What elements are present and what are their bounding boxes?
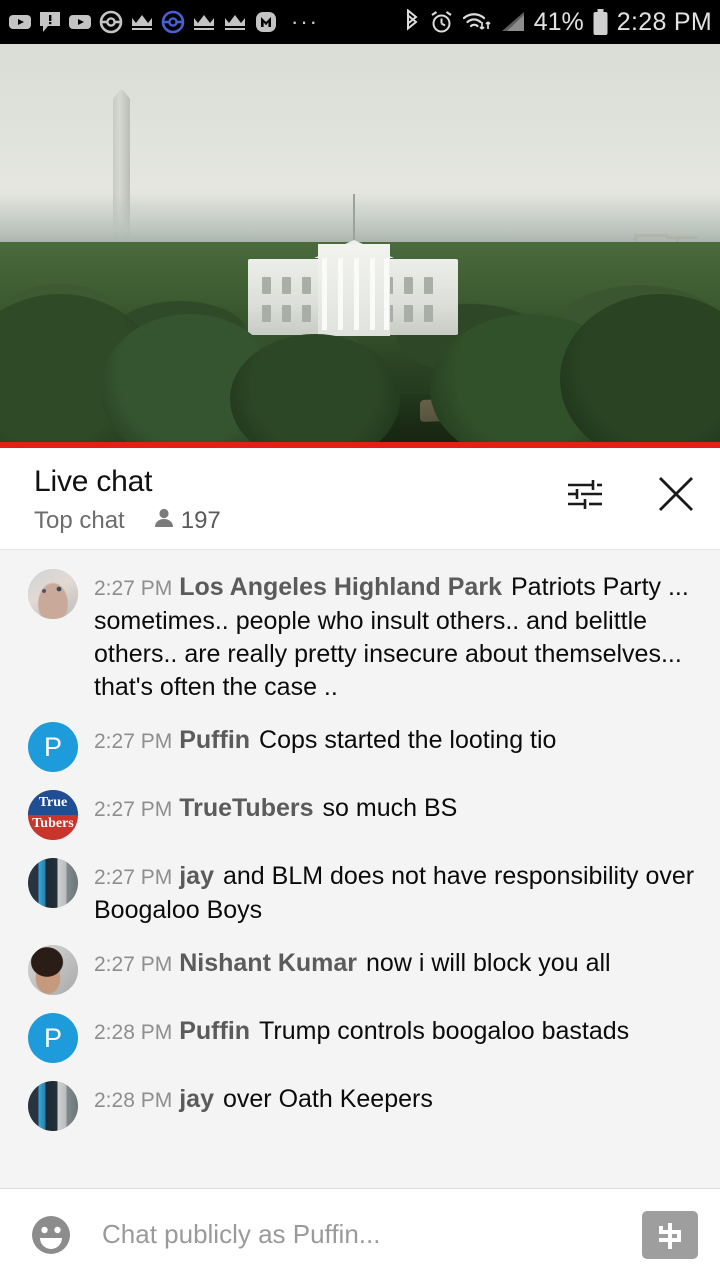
chat-message-body: 2:27 PM Puffin Cops started the looting ti… — [94, 722, 698, 758]
message-timestamp: 2:28 PM — [94, 1089, 173, 1112]
message-author[interactable]: Los Angeles Highland Park — [179, 573, 502, 601]
chat-message-row[interactable]: 2:27 PM Nishant Kumar now i will block you… — [0, 936, 720, 1004]
battery-percent-label: 41% — [533, 7, 584, 36]
chat-input-bar — [0, 1188, 720, 1280]
chat-message-row[interactable]: 2:27 PM jay and BLM does not have responsi… — [0, 849, 720, 936]
youtube-icon-2 — [68, 10, 92, 34]
pokeball-icon — [99, 10, 123, 34]
viewer-count-group: 197 — [153, 506, 221, 535]
message-timestamp: 2:28 PM — [94, 1021, 173, 1044]
chat-input[interactable] — [76, 1219, 642, 1250]
message-timestamp: 2:27 PM — [94, 730, 173, 753]
avatar-text-top: True — [38, 795, 68, 810]
avatar[interactable] — [28, 569, 78, 619]
person-icon — [153, 506, 175, 535]
avatar[interactable] — [28, 945, 78, 995]
message-author[interactable]: Puffin — [179, 726, 250, 754]
youtube-live-chat-screen: ··· 41% 2:28 PM Live chat Top chat 197 2… — [0, 0, 720, 1280]
live-chat-message-list[interactable]: 2:27 PM Los Angeles Highland Park Patriots… — [0, 550, 720, 1188]
message-author[interactable]: jay — [179, 862, 214, 890]
avatar[interactable]: P — [28, 722, 78, 772]
chat-message-row[interactable]: P 2:28 PM Puffin Trump controls boogaloo b… — [0, 1004, 720, 1072]
message-text: Trump controls boogaloo bastads — [259, 1017, 630, 1045]
portico-column — [370, 258, 375, 330]
message-text: over Oath Keepers — [222, 1085, 433, 1113]
avatar-image-jay — [28, 1081, 78, 1131]
chat-message-body: 2:27 PM TrueTubers so much BS — [94, 790, 698, 826]
clock-label: 2:28 PM — [616, 7, 712, 36]
message-timestamp: 2:27 PM — [94, 577, 173, 600]
cellular-signal-icon — [500, 10, 526, 34]
message-timestamp: 2:27 PM — [94, 866, 173, 889]
chat-message-row[interactable]: P 2:27 PM Puffin Cops started the looting … — [0, 713, 720, 781]
avatar[interactable] — [28, 858, 78, 908]
youtube-icon — [8, 10, 32, 34]
portico-column — [354, 258, 359, 330]
status-bar-notification-icons: ··· — [8, 10, 325, 34]
chat-message-body: 2:27 PM Los Angeles Highland Park Patriots… — [94, 569, 698, 704]
status-bar: ··· 41% 2:28 PM — [0, 0, 720, 44]
close-icon[interactable] — [652, 470, 700, 518]
pokeball-blue-icon — [161, 10, 185, 34]
status-bar-system-icons: 41% 2:28 PM — [403, 8, 712, 37]
avatar-image-nishant — [28, 945, 78, 995]
message-alert-icon — [39, 10, 61, 34]
avatar-image-jay — [28, 858, 78, 908]
portico-column — [322, 258, 327, 330]
bluetooth-icon — [403, 9, 421, 35]
chat-message-body: 2:27 PM jay and BLM does not have responsi… — [94, 858, 698, 927]
alarm-icon — [429, 10, 454, 35]
avatar-text-bottom: Tubers — [32, 816, 74, 831]
chat-settings-icon[interactable] — [560, 470, 608, 518]
avatar-letter: P — [43, 1022, 62, 1053]
chat-message-row[interactable]: True Tubers 2:27 PM TrueTubers so much BS — [0, 781, 720, 849]
portico-column — [338, 258, 343, 330]
chat-message-body: 2:28 PM jay over Oath Keepers — [94, 1081, 698, 1117]
avatar[interactable]: P — [28, 1013, 78, 1063]
chat-message-body: 2:28 PM Puffin Trump controls boogaloo bas… — [94, 1013, 698, 1049]
message-timestamp: 2:27 PM — [94, 798, 173, 821]
avatar-image-truetubers: True Tubers — [28, 790, 78, 840]
chat-message-row[interactable]: 2:28 PM jay over Oath Keepers — [0, 1072, 720, 1140]
message-author[interactable]: Puffin — [179, 1017, 250, 1045]
message-author[interactable]: Nishant Kumar — [179, 949, 357, 977]
emoji-smiley-icon[interactable] — [26, 1210, 76, 1260]
chat-mode-label[interactable]: Top chat — [34, 507, 125, 535]
message-text: Cops started the looting tio — [259, 726, 557, 754]
overflow-dots-icon: ··· — [291, 9, 319, 34]
message-text: now i will block you all — [366, 949, 611, 977]
portico-column — [384, 258, 389, 330]
live-chat-header: Live chat Top chat 197 — [0, 448, 720, 550]
chat-message-row[interactable]: 2:27 PM Los Angeles Highland Park Patriots… — [0, 560, 720, 713]
wifi-icon — [462, 10, 492, 34]
chat-header-actions — [560, 470, 700, 518]
avatar-letter: P — [43, 731, 62, 762]
avatar-image-cat — [28, 569, 78, 619]
crown-icon — [130, 12, 154, 32]
m-app-icon — [254, 10, 278, 34]
viewer-count-label: 197 — [180, 506, 221, 534]
message-author[interactable]: TrueTubers — [179, 794, 313, 822]
avatar[interactable]: True Tubers — [28, 790, 78, 840]
crown-icon-3 — [223, 12, 247, 32]
message-author[interactable]: jay — [179, 1085, 214, 1113]
battery-icon — [592, 8, 609, 36]
avatar[interactable] — [28, 1081, 78, 1131]
chat-message-body: 2:27 PM Nishant Kumar now i will block you… — [94, 945, 698, 981]
message-timestamp: 2:27 PM — [94, 953, 173, 976]
live-video-player[interactable] — [0, 44, 720, 448]
super-chat-dollar-icon[interactable] — [642, 1210, 698, 1259]
message-text: so much BS — [322, 794, 458, 822]
crown-icon-2 — [192, 12, 216, 32]
